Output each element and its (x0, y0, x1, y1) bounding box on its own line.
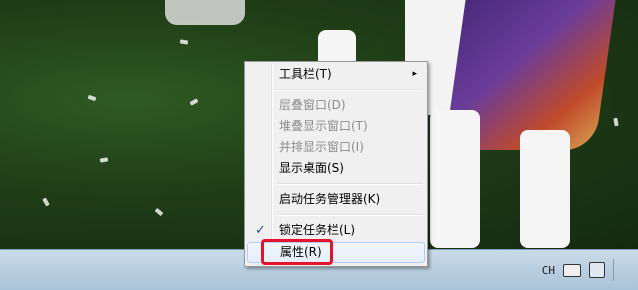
confetti (42, 197, 50, 207)
submenu-arrow-icon: ▸ (412, 69, 417, 79)
confetti (87, 94, 97, 102)
network-icon[interactable] (589, 262, 605, 278)
wallpaper-leg (430, 110, 480, 248)
keyboard-icon[interactable] (563, 263, 581, 277)
menu-separator (277, 89, 423, 91)
language-indicator[interactable]: CH (542, 264, 555, 277)
menu-item-label: 显示桌面(S) (279, 161, 344, 175)
wallpaper-boots (165, 0, 245, 25)
system-tray: CH (542, 259, 628, 281)
menu-item-lock-taskbar[interactable]: ✓ 锁定任务栏(L) (247, 220, 425, 241)
menu-item-label: 层叠窗口(D) (279, 98, 346, 112)
menu-separator (277, 183, 423, 185)
wallpaper-leg (520, 130, 570, 248)
menu-item-label: 堆叠显示窗口(T) (279, 119, 368, 133)
menu-item-task-manager[interactable]: 启动任务管理器(K) (247, 189, 425, 210)
confetti (99, 157, 109, 163)
check-icon: ✓ (255, 223, 266, 238)
menu-item-cascade-windows[interactable]: 层叠窗口(D) (247, 95, 425, 116)
menu-separator (277, 214, 423, 216)
show-desktop-button[interactable] (613, 259, 628, 281)
menu-item-side-by-side[interactable]: 并排显示窗口(I) (247, 137, 425, 158)
menu-item-show-desktop[interactable]: 显示桌面(S) (247, 158, 425, 179)
menu-item-stack-windows[interactable]: 堆叠显示窗口(T) (247, 116, 425, 137)
annotation-highlight-box (261, 239, 333, 265)
taskbar-context-menu: 工具栏(T) ▸ 层叠窗口(D) 堆叠显示窗口(T) 并排显示窗口(I) 显示桌… (244, 61, 428, 267)
menu-item-label: 工具栏(T) (279, 67, 332, 81)
confetti (179, 39, 189, 45)
menu-item-label: 锁定任务栏(L) (279, 223, 356, 237)
menu-item-toolbars[interactable]: 工具栏(T) ▸ (247, 64, 425, 85)
confetti (154, 207, 164, 217)
confetti (613, 117, 619, 127)
menu-item-label: 启动任务管理器(K) (279, 192, 381, 206)
confetti (189, 98, 199, 106)
menu-item-label: 并排显示窗口(I) (279, 140, 364, 154)
